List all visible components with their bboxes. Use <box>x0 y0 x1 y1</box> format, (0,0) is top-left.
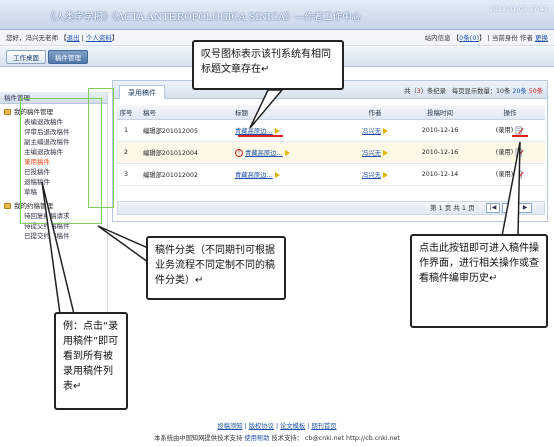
identity-value: 作者 <box>519 34 533 42</box>
next-page-button[interactable]: ▶ <box>518 203 532 213</box>
per-page-label: 每页显示数量： <box>451 88 497 95</box>
edit-icon[interactable] <box>515 126 524 135</box>
row-action-cell: (录用) <box>475 119 545 142</box>
manuscript-panel: 录用稿件 共（3）条纪录 每页显示数量：10条 20条 50条 序号 稿号 标题… <box>112 80 548 222</box>
callout-duplicate-icon: 叹号图标表示该刊系统有相同标题文章存在↵ <box>192 40 344 90</box>
page-info: 第 1 页 共 1 页 <box>430 204 475 212</box>
footer-links: 投稿须知 | 版权协议 | 论文模板 | 期刊首页 <box>217 423 337 430</box>
footer-support-url: http://cb.cnki.net <box>345 435 400 442</box>
sidebar-item-invitations-submitted[interactable]: 已提交约稿稿件 <box>0 231 107 241</box>
row-status: (录用) <box>495 127 514 135</box>
prev-page-button[interactable]: ◀ <box>502 203 516 213</box>
footer-help-link[interactable]: 使用帮助 <box>244 435 269 442</box>
row-no: 1 <box>117 119 135 142</box>
footer-support-email: cb@cnki.net <box>304 435 344 442</box>
row-time: 2010-12-16 <box>405 119 475 142</box>
logout-link[interactable]: 退出 <box>67 34 80 42</box>
row-author[interactable]: 冯兴无 <box>362 172 381 179</box>
row-time: 2010-12-16 <box>405 141 475 164</box>
profile-link[interactable]: 个人资料 <box>86 34 112 42</box>
manuscript-table: 序号 稿号 标题 作者 投稿时间 操作 1 编辑部201012005 青藏高原边… <box>117 105 545 186</box>
expand-arrow-icon[interactable] <box>382 149 388 156</box>
row-no: 2 <box>117 141 135 164</box>
col-header-author: 作者 <box>345 105 405 120</box>
edit-icon[interactable] <box>515 148 524 157</box>
pagination-bar: 第 1 页 共 1 页 |◀ ◀ ▶ <box>117 201 545 215</box>
row-action-cell: (录用) <box>475 141 545 164</box>
identity-label: 当前身份 <box>491 34 518 42</box>
row-author[interactable]: 冯兴无 <box>362 128 381 135</box>
app-header: 《人类学学报》《ACTA ANTHROPOLOGICA SINICA》---作者… <box>0 0 554 30</box>
per-page-50[interactable]: 50条 <box>529 88 543 95</box>
footer-link-guide[interactable]: 投稿须知 <box>217 423 242 430</box>
row-status: (录用) <box>495 149 514 157</box>
footer-support-label: 技术支持： <box>271 435 303 442</box>
table-row: 3 编辑部201012002 青藏高原边… 冯兴无 2010-12-14 (录用… <box>117 163 545 186</box>
row-title-cell: 青藏高原边… <box>235 163 345 186</box>
summary-suffix: ）条纪录 <box>420 88 446 95</box>
row-title-cell: ! 青藏高原边… <box>235 141 345 164</box>
row-title-link[interactable]: 青藏高原边… <box>245 150 283 157</box>
expand-arrow-icon[interactable] <box>382 171 388 178</box>
first-page-button[interactable]: |◀ <box>486 203 500 213</box>
table-row: 1 编辑部201012005 青藏高原边… 冯兴无 2010-12-16 (录用… <box>117 119 545 142</box>
footer-link-template[interactable]: 论文模板 <box>280 423 305 430</box>
row-author[interactable]: 冯兴无 <box>362 150 381 157</box>
expand-arrow-icon[interactable] <box>284 149 290 156</box>
expand-arrow-icon[interactable] <box>274 127 280 134</box>
col-header-title: 标题 <box>235 105 345 120</box>
nav-manuscripts[interactable]: 稿件管理 <box>48 50 88 64</box>
per-page-10[interactable]: 10条 <box>496 88 510 95</box>
user-greeting-group: 您好，冯兴无老师 【退出 | 个人资料】 <box>6 34 119 42</box>
footer-link-copyright[interactable]: 版权协议 <box>249 423 274 430</box>
row-author-cell: 冯兴无 <box>345 119 405 142</box>
table-header-row: 序号 稿号 标题 作者 投稿时间 操作 <box>117 105 545 120</box>
col-header-action: 操作 <box>475 105 545 120</box>
footer-link-home[interactable]: 期刊首页 <box>311 423 336 430</box>
expand-arrow-icon[interactable] <box>274 171 280 178</box>
row-time: 2010-12-14 <box>405 163 475 186</box>
row-title-link[interactable]: 青藏高原边… <box>235 128 273 135</box>
row-action-cell: (录用) <box>475 163 545 186</box>
row-author-cell: 冯兴无 <box>345 141 405 164</box>
callout-accepted-example: 例：点击“录用稿件”即可看到所有被录用稿件列表↵ <box>54 312 128 410</box>
folder-icon <box>4 109 11 115</box>
messages-label: 站内信息 <box>424 34 451 42</box>
row-title-link[interactable]: 青藏高原边… <box>235 172 273 179</box>
footer-copyright: 本系统由中国知网提供技术支持 使用帮助 技术支持： cb@cnki.net ht… <box>0 433 554 442</box>
table-row: 2 编辑部201012004 ! 青藏高原边… 冯兴无 2010-12-16 (… <box>117 141 545 164</box>
callout-operate-button: 点击此按钮即可进入稿件操作界面，进行相关操作或查看稿件编审历史↵ <box>410 234 548 328</box>
switch-identity-link[interactable]: 更换 <box>535 34 548 42</box>
row-status: (录用) <box>495 171 514 179</box>
per-page-20[interactable]: 20条 <box>512 88 526 95</box>
highlight-box-sidebar <box>20 98 102 224</box>
row-id: 编辑部201012002 <box>135 163 235 186</box>
app-title: 《人类学学报》《ACTA ANTHROPOLOGICA SINICA》---作者… <box>46 12 362 23</box>
duplicate-warning-icon: ! <box>235 148 243 157</box>
callout-categories: 稿件分类（不同期刊可根据业务流程不同定制不同的稿件分类）↵ <box>146 236 286 300</box>
summary-prefix: 共（ <box>404 88 417 95</box>
row-title-cell: 青藏高原边… <box>235 119 345 142</box>
row-id: 编辑部201012004 <box>135 141 235 164</box>
record-summary: 共（3）条纪录 每页显示数量：10条 20条 50条 <box>404 86 543 95</box>
messages-link[interactable]: 0条(0) <box>459 34 479 42</box>
nav-workspace[interactable]: 工作桌面 <box>6 50 46 64</box>
row-id: 编辑部201012005 <box>135 119 235 142</box>
row-no: 3 <box>117 163 135 186</box>
user-bar-right: 站内信息 【0条(0)】 | 当前身份 作者 更换 <box>424 34 548 42</box>
folder-icon <box>4 203 11 209</box>
tab-accepted[interactable]: 录用稿件 <box>119 85 165 99</box>
row-author-cell: 冯兴无 <box>345 163 405 186</box>
expand-arrow-icon[interactable] <box>382 127 388 134</box>
col-header-time: 投稿时间 <box>405 105 475 120</box>
footer-copyright-text: 本系统由中国知网提供技术支持 <box>154 435 243 442</box>
col-header-no: 序号 <box>117 105 135 120</box>
user-greeting: 您好，冯兴无老师 <box>6 34 58 42</box>
header-datetime: 2013-01-07 17:47 <box>489 5 548 13</box>
col-header-id: 稿号 <box>135 105 235 120</box>
edit-icon[interactable] <box>515 170 524 179</box>
